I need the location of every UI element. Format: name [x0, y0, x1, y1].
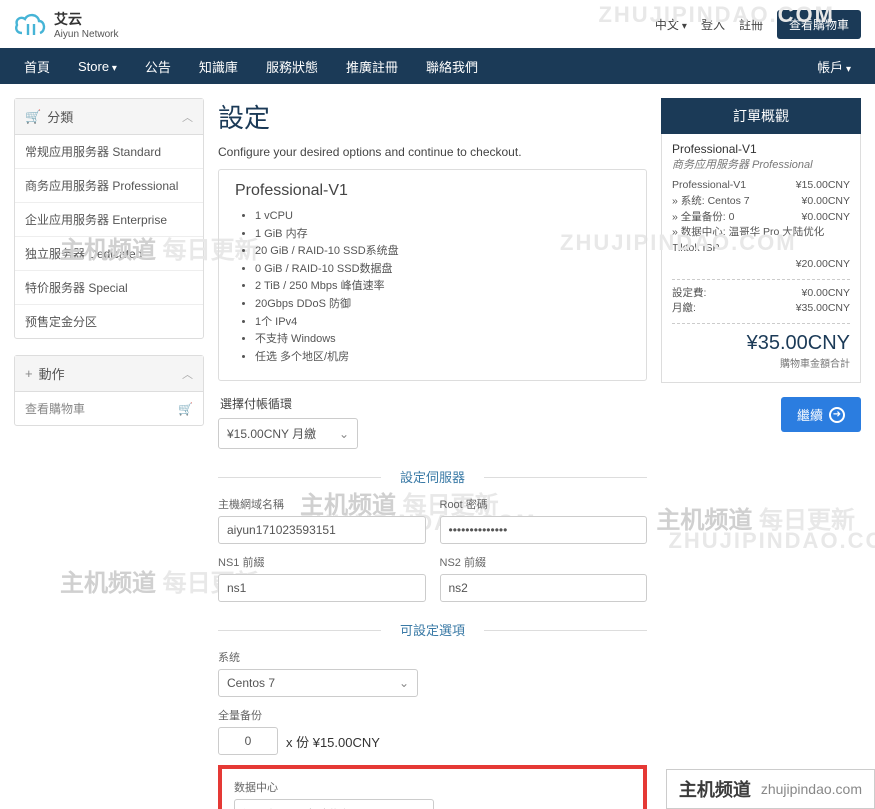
- cart-icon: 🛒: [25, 109, 41, 125]
- sum-line-label: » 数据中心: 温哥华 Pro 大陆优化 Tiktok ISP: [672, 225, 850, 257]
- view-cart-button[interactable]: 查看購物車: [777, 10, 861, 39]
- sum-line-val: ¥0.00CNY: [802, 194, 850, 210]
- chevron-down-icon: ⌄: [399, 676, 409, 690]
- plus-icon: +: [25, 366, 33, 381]
- logo[interactable]: 艾云 Aiyun Network: [14, 9, 118, 40]
- billing-cycle-select[interactable]: ¥15.00CNY 月繳 ⌄: [218, 418, 358, 449]
- register-link[interactable]: 註冊: [739, 16, 763, 33]
- actions-title: 動作: [39, 364, 65, 383]
- spec-item: 0 GiB / RAID-10 SSD数据盘: [255, 261, 630, 279]
- backup-price: x 份 ¥15.00CNY: [286, 732, 380, 751]
- sum-setup-val: ¥0.00CNY: [802, 286, 850, 302]
- spec-item: 20 GiB / RAID-10 SSD系统盘: [255, 243, 630, 261]
- sum-line-label: Professional-V1: [672, 178, 746, 194]
- server-section-title: 設定伺服器: [218, 467, 647, 486]
- spec-item: 不支持 Windows: [255, 331, 630, 349]
- dc-select[interactable]: 温哥华 Pro 大陆优化 Tiktok ISP ⌄: [234, 799, 434, 809]
- chevron-down-icon: ⌄: [339, 427, 349, 441]
- sum-line-val: ¥15.00CNY: [796, 178, 850, 194]
- spec-item: 任选 多个地区/机房: [255, 349, 630, 367]
- summary-title: 訂單概觀: [661, 98, 861, 134]
- spec-item: 2 TiB / 250 Mbps 峰值速率: [255, 278, 630, 296]
- sum-line-val: ¥20.00CNY: [796, 257, 850, 273]
- sidebar-item-presale[interactable]: 预售定金分区: [15, 304, 203, 338]
- plan-box: Professional-V1 1 vCPU 1 GiB 内存 20 GiB /…: [218, 169, 647, 381]
- logo-icon: [14, 11, 48, 37]
- actions-panel: + 動作 ︿ 查看購物車 🛒: [14, 355, 204, 426]
- page-title: 設定: [218, 98, 647, 135]
- login-link[interactable]: 登入: [701, 16, 725, 33]
- summary-body: Professional-V1 商务应用服务器 Professional Pro…: [661, 134, 861, 383]
- sidebar-view-cart[interactable]: 查看購物車 🛒: [15, 392, 203, 425]
- brand-tag: 主机频道 zhujipindao.com: [666, 769, 875, 809]
- chevron-up-icon: ︿: [182, 366, 193, 382]
- nav-account[interactable]: 帳戶: [803, 57, 865, 76]
- categories-head[interactable]: 🛒 分類 ︿: [15, 99, 203, 135]
- arrow-right-icon: ➜: [829, 407, 845, 423]
- hostname-input[interactable]: [218, 516, 426, 544]
- ns1-label: NS1 前綴: [218, 554, 426, 570]
- sidebar-item-professional[interactable]: 商务应用服务器 Professional: [15, 168, 203, 202]
- sum-line-label: » 全量备份: 0: [672, 210, 734, 226]
- sidebar-item-dedicated[interactable]: 独立服务器 Dedicated: [15, 236, 203, 270]
- topbar: 艾云 Aiyun Network 中文 登入 註冊 查看購物車: [0, 0, 875, 48]
- continue-button[interactable]: 繼續 ➜: [781, 397, 861, 432]
- nav-status[interactable]: 服務狀態: [252, 57, 332, 76]
- summary-subtitle: 商务应用服务器 Professional: [672, 156, 850, 172]
- backup-label: 全量备份: [218, 707, 647, 723]
- lang-switch[interactable]: 中文: [655, 16, 687, 33]
- sum-line-label: » 系统: Centos 7: [672, 194, 750, 210]
- sum-setup-label: 設定費:: [672, 286, 706, 302]
- hostname-label: 主機網域名稱: [218, 496, 426, 512]
- os-selected: Centos 7: [227, 676, 275, 690]
- cart-icon: 🛒: [178, 402, 193, 416]
- nav-contact[interactable]: 聯絡我們: [412, 57, 492, 76]
- summary-product: Professional-V1: [672, 142, 850, 156]
- navbar: 首頁 Store 公告 知識庫 服務狀態 推廣註冊 聯絡我們 帳戶: [0, 48, 875, 84]
- sidebar-item-standard[interactable]: 常规应用服务器 Standard: [15, 135, 203, 168]
- sum-line-val: ¥0.00CNY: [802, 210, 850, 226]
- brand-name: 艾云: [54, 9, 118, 29]
- continue-label: 繼續: [797, 405, 823, 424]
- ns2-label: NS2 前綴: [440, 554, 648, 570]
- categories-panel: 🛒 分類 ︿ 常规应用服务器 Standard 商务应用服务器 Professi…: [14, 98, 204, 339]
- rootpw-label: Root 密碼: [440, 496, 648, 512]
- billing-selected: ¥15.00CNY 月繳: [227, 425, 316, 442]
- actions-head[interactable]: + 動作 ︿: [15, 356, 203, 392]
- categories-title: 分類: [47, 107, 73, 126]
- options-section-title: 可設定選項: [218, 620, 647, 639]
- spec-item: 1个 IPv4: [255, 314, 630, 332]
- backup-qty-input[interactable]: [218, 727, 278, 755]
- page-lead: Configure your desired options and conti…: [218, 145, 647, 159]
- spec-item: 20Gbps DDoS 防御: [255, 296, 630, 314]
- datacenter-highlight: 数据中心 温哥华 Pro 大陆优化 Tiktok ISP ⌄ 温哥华 Pro 大…: [218, 765, 647, 809]
- spec-item: 1 GiB 内存: [255, 226, 630, 244]
- brand-sub: Aiyun Network: [54, 29, 118, 40]
- sidebar-item-enterprise[interactable]: 企业应用服务器 Enterprise: [15, 202, 203, 236]
- ns1-input[interactable]: [218, 574, 426, 602]
- sidebar-view-cart-label: 查看購物車: [25, 400, 85, 417]
- os-select[interactable]: Centos 7 ⌄: [218, 669, 418, 697]
- summary-total: ¥35.00CNY: [672, 332, 850, 355]
- plan-name: Professional-V1: [235, 182, 630, 200]
- billing-label: 選擇付帳循環: [220, 395, 647, 412]
- nav-store[interactable]: Store: [64, 59, 131, 74]
- nav-affiliate[interactable]: 推廣註冊: [332, 57, 412, 76]
- sum-monthly-label: 月繳:: [672, 301, 696, 317]
- rootpw-input[interactable]: [440, 516, 648, 544]
- sum-monthly-val: ¥35.00CNY: [796, 301, 850, 317]
- ns2-input[interactable]: [440, 574, 648, 602]
- nav-kb[interactable]: 知識庫: [185, 57, 252, 76]
- nav-announce[interactable]: 公告: [131, 57, 185, 76]
- sidebar-item-special[interactable]: 特价服务器 Special: [15, 270, 203, 304]
- spec-item: 1 vCPU: [255, 208, 630, 226]
- brand-tag-cn: 主机频道: [679, 776, 751, 802]
- dc-label: 数据中心: [234, 779, 631, 795]
- summary-total-label: 購物車金額合計: [672, 355, 850, 370]
- nav-home[interactable]: 首頁: [10, 57, 64, 76]
- brand-tag-en: zhujipindao.com: [761, 781, 862, 797]
- os-label: 系统: [218, 649, 647, 665]
- chevron-up-icon: ︿: [182, 109, 193, 125]
